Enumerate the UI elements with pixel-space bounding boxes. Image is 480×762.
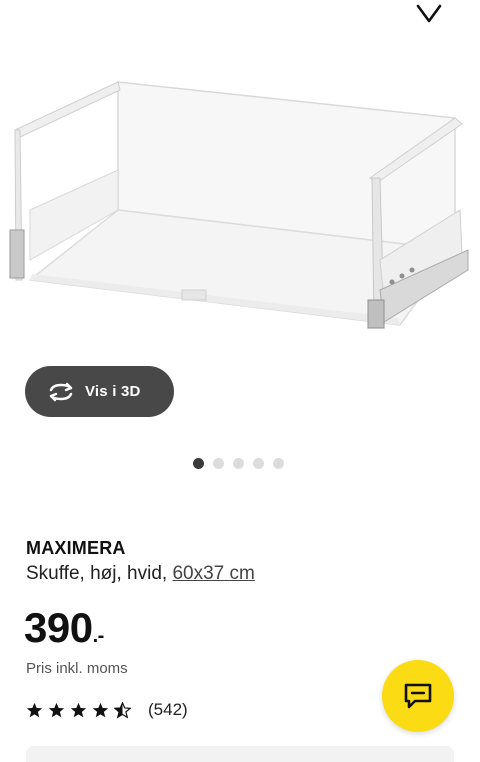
chat-button[interactable] — [382, 660, 454, 732]
chat-icon — [404, 683, 432, 709]
price-suffix: .- — [92, 625, 105, 647]
product-description: Skuffe, høj, hvid, 60x37 cm — [26, 563, 255, 585]
gallery-dot[interactable] — [193, 458, 204, 469]
heart-icon[interactable] — [412, 0, 446, 30]
product-rating[interactable]: (542) — [26, 700, 188, 720]
product-price: 390.- — [24, 604, 104, 652]
gallery-dot[interactable] — [233, 458, 244, 469]
star-icon — [26, 702, 43, 717]
product-brand: MAXIMERA — [26, 538, 126, 558]
gallery-dot[interactable] — [253, 458, 264, 469]
vat-note: Pris inkl. moms — [26, 660, 128, 677]
view-in-3d-button[interactable]: Vis i 3D — [25, 366, 174, 417]
rotate-3d-icon — [47, 381, 75, 403]
product-description-text: Skuffe, høj, hvid, — [26, 563, 173, 584]
gallery-dot[interactable] — [213, 458, 224, 469]
bottom-card — [26, 746, 454, 762]
star-icon — [48, 702, 65, 717]
product-image — [9, 81, 469, 329]
star-icon — [70, 702, 87, 717]
star-icon — [92, 702, 109, 717]
gallery-pagination — [193, 458, 284, 469]
product-size-link[interactable]: 60x37 cm — [172, 563, 254, 584]
rating-count: (542) — [148, 700, 188, 719]
product-gallery[interactable]: Vis i 3D — [0, 0, 480, 445]
price-value: 390 — [24, 604, 93, 651]
view-in-3d-label: Vis i 3D — [85, 383, 141, 400]
gallery-dot[interactable] — [273, 458, 284, 469]
star-half-icon — [114, 701, 131, 719]
